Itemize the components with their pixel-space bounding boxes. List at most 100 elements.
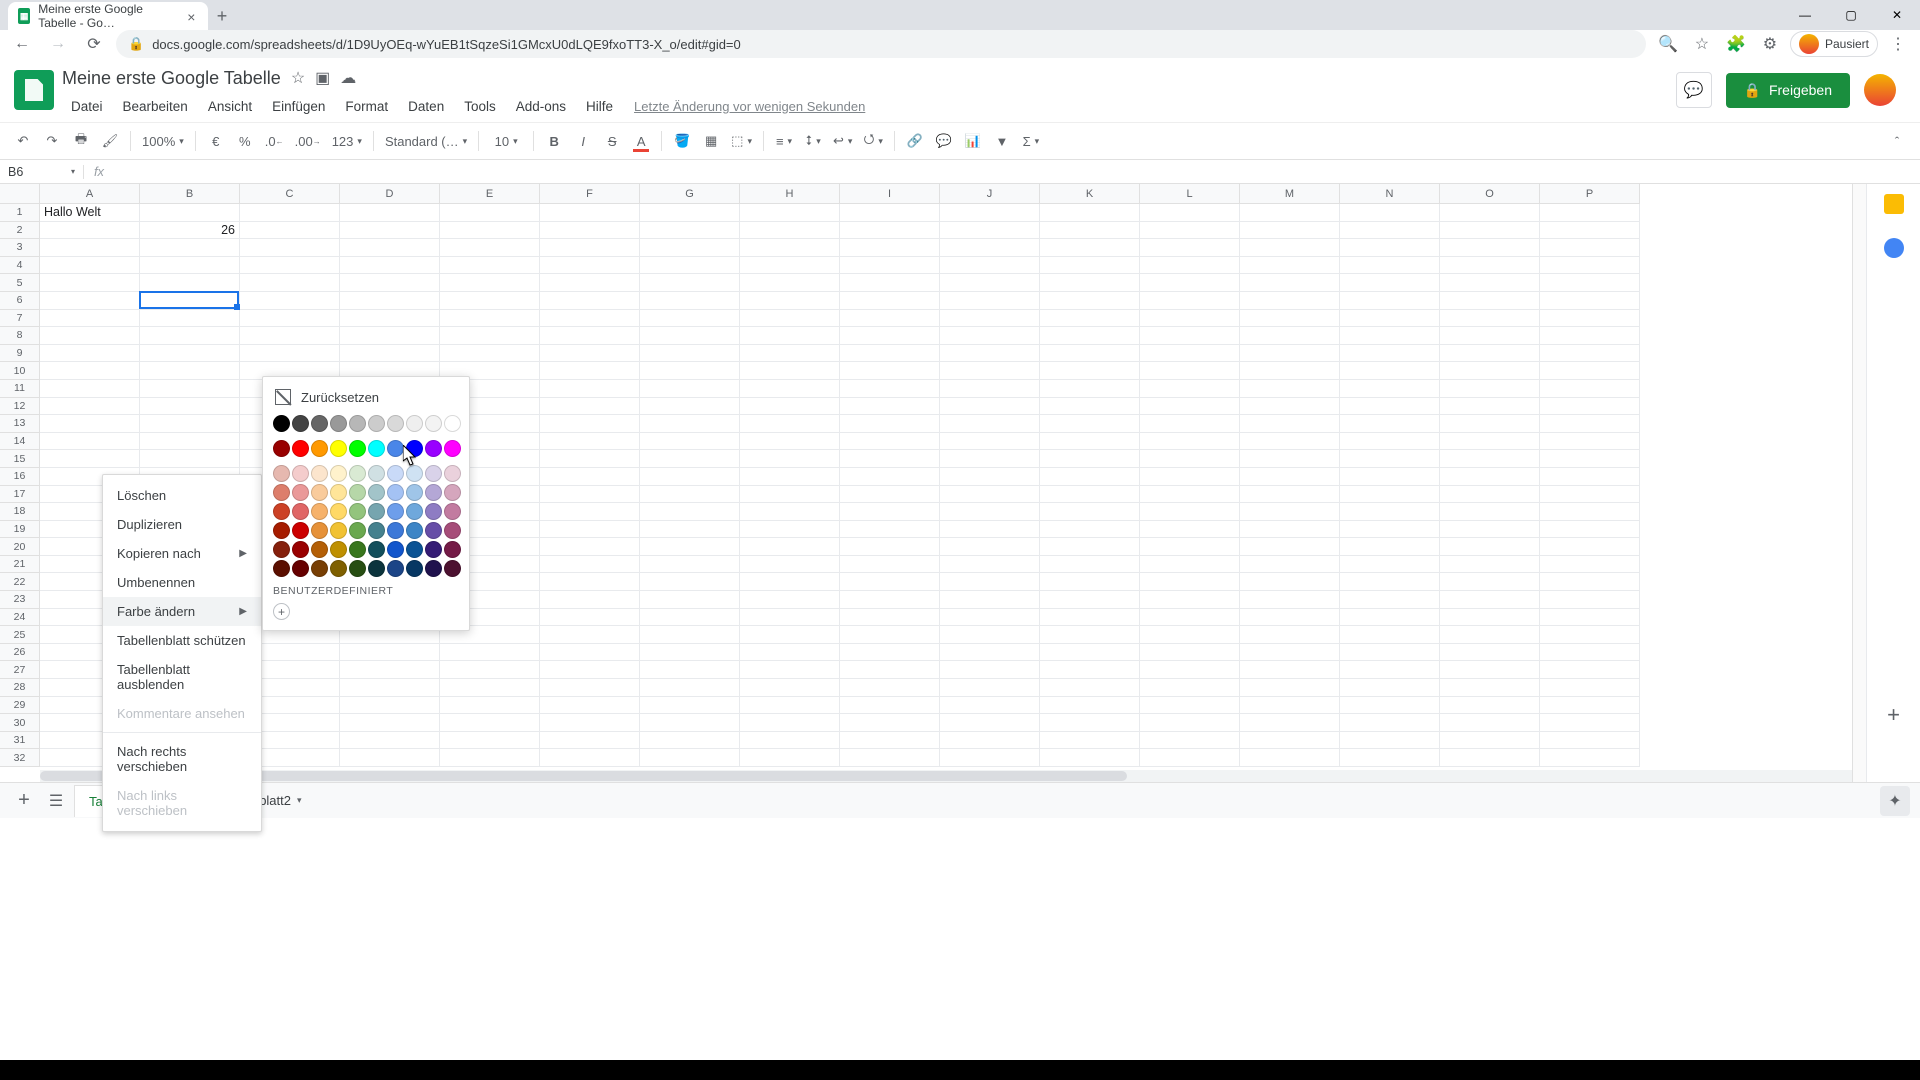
color-reset[interactable]: Zurücksetzen [273, 387, 459, 415]
cell-N4[interactable] [1340, 257, 1440, 275]
sheet-tab-dropdown[interactable]: ▾ [297, 795, 302, 806]
font-select[interactable]: Standard (… [381, 128, 471, 154]
cell-F9[interactable] [540, 345, 640, 363]
cell-D28[interactable] [340, 679, 440, 697]
cell-F2[interactable] [540, 222, 640, 240]
cell-B14[interactable] [140, 433, 240, 451]
cell-M2[interactable] [1240, 222, 1340, 240]
color-swatch[interactable] [292, 503, 309, 520]
cell-P8[interactable] [1540, 327, 1640, 345]
cell-E9[interactable] [440, 345, 540, 363]
cell-O6[interactable] [1440, 292, 1540, 310]
cell-F23[interactable] [540, 591, 640, 609]
cell-N13[interactable] [1340, 415, 1440, 433]
cell-I11[interactable] [840, 380, 940, 398]
cell-E26[interactable] [440, 644, 540, 662]
cell-N3[interactable] [1340, 239, 1440, 257]
cell-O21[interactable] [1440, 556, 1540, 574]
cell-E6[interactable] [440, 292, 540, 310]
cell-O22[interactable] [1440, 573, 1540, 591]
cell-L27[interactable] [1140, 661, 1240, 679]
cell-G27[interactable] [640, 661, 740, 679]
cell-L5[interactable] [1140, 274, 1240, 292]
cell-J22[interactable] [940, 573, 1040, 591]
cell-D30[interactable] [340, 714, 440, 732]
color-swatch[interactable] [425, 484, 442, 501]
cell-H7[interactable] [740, 310, 840, 328]
cell-K17[interactable] [1040, 486, 1140, 504]
cell-A2[interactable] [40, 222, 140, 240]
color-swatch[interactable] [444, 415, 461, 432]
cell-F7[interactable] [540, 310, 640, 328]
color-swatch[interactable] [292, 415, 309, 432]
cell-J18[interactable] [940, 503, 1040, 521]
color-swatch[interactable] [273, 522, 290, 539]
menu-tools[interactable]: Tools [455, 95, 505, 118]
cell-I25[interactable] [840, 626, 940, 644]
cell-H24[interactable] [740, 609, 840, 627]
cell-O18[interactable] [1440, 503, 1540, 521]
cell-D6[interactable] [340, 292, 440, 310]
cell-O32[interactable] [1440, 749, 1540, 767]
cell-H20[interactable] [740, 538, 840, 556]
share-button[interactable]: 🔒 Freigeben [1726, 73, 1850, 108]
cell-G12[interactable] [640, 398, 740, 416]
menu-format[interactable]: Format [336, 95, 397, 118]
cell-M8[interactable] [1240, 327, 1340, 345]
cell-O4[interactable] [1440, 257, 1540, 275]
cell-K24[interactable] [1040, 609, 1140, 627]
cell-I15[interactable] [840, 450, 940, 468]
color-swatch[interactable] [349, 560, 366, 577]
color-swatch[interactable] [330, 484, 347, 501]
cell-G30[interactable] [640, 714, 740, 732]
cell-D9[interactable] [340, 345, 440, 363]
all-sheets-button[interactable]: ☰ [42, 787, 70, 815]
cell-G16[interactable] [640, 468, 740, 486]
cell-N5[interactable] [1340, 274, 1440, 292]
row-header-6[interactable]: 6 [0, 292, 40, 310]
cell-L25[interactable] [1140, 626, 1240, 644]
cell-A1[interactable]: Hallo Welt [40, 204, 140, 222]
star-icon[interactable]: ☆ [291, 68, 305, 88]
cell-H6[interactable] [740, 292, 840, 310]
cell-D8[interactable] [340, 327, 440, 345]
cell-P28[interactable] [1540, 679, 1640, 697]
color-swatch[interactable] [406, 484, 423, 501]
italic-button[interactable]: I [570, 128, 596, 154]
filter-button[interactable]: ▼ [989, 128, 1015, 154]
cell-K3[interactable] [1040, 239, 1140, 257]
cell-J11[interactable] [940, 380, 1040, 398]
row-header-26[interactable]: 26 [0, 644, 40, 662]
cell-I21[interactable] [840, 556, 940, 574]
color-swatch[interactable] [311, 440, 328, 457]
cell-J15[interactable] [940, 450, 1040, 468]
cell-B6[interactable] [140, 292, 240, 310]
cell-N30[interactable] [1340, 714, 1440, 732]
cell-B10[interactable] [140, 362, 240, 380]
collapse-toolbar[interactable]: ˆ [1884, 128, 1910, 154]
color-swatch[interactable] [349, 522, 366, 539]
cell-L10[interactable] [1140, 362, 1240, 380]
cell-L16[interactable] [1140, 468, 1240, 486]
cell-O28[interactable] [1440, 679, 1540, 697]
cell-L22[interactable] [1140, 573, 1240, 591]
color-swatch[interactable] [273, 484, 290, 501]
ctx-tabellenblatt-schützen[interactable]: Tabellenblatt schützen [103, 626, 261, 655]
cell-E3[interactable] [440, 239, 540, 257]
cell-N31[interactable] [1340, 732, 1440, 750]
cell-L23[interactable] [1140, 591, 1240, 609]
cell-J31[interactable] [940, 732, 1040, 750]
cell-N27[interactable] [1340, 661, 1440, 679]
menu-datei[interactable]: Datei [62, 95, 112, 118]
cell-G24[interactable] [640, 609, 740, 627]
cell-P29[interactable] [1540, 697, 1640, 715]
cell-M10[interactable] [1240, 362, 1340, 380]
cell-M9[interactable] [1240, 345, 1340, 363]
cell-L15[interactable] [1140, 450, 1240, 468]
cell-M7[interactable] [1240, 310, 1340, 328]
cell-F28[interactable] [540, 679, 640, 697]
cell-H23[interactable] [740, 591, 840, 609]
cell-B8[interactable] [140, 327, 240, 345]
cell-M6[interactable] [1240, 292, 1340, 310]
ctx-umbenennen[interactable]: Umbenennen [103, 568, 261, 597]
